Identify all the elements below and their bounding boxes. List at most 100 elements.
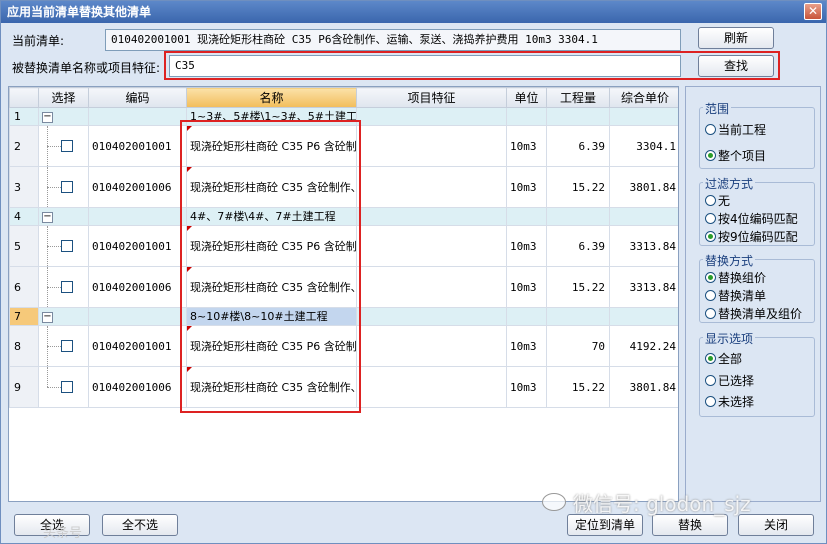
unit-cell: 10m3: [506, 125, 547, 167]
header-name[interactable]: 名称: [186, 87, 357, 108]
qty-cell: 6.39: [546, 125, 610, 167]
radio-filter-9digit[interactable]: 按9位编码匹配: [705, 228, 798, 245]
row-checkbox[interactable]: [61, 140, 73, 152]
radio-icon: [705, 308, 716, 319]
code-cell: [88, 207, 187, 226]
close-window-button[interactable]: ✕: [804, 3, 822, 20]
locate-list-button[interactable]: 定位到清单: [567, 514, 643, 536]
header-qty[interactable]: 工程量: [546, 87, 610, 108]
code-cell: 010402001001: [88, 125, 187, 167]
select-none-button[interactable]: 全不选: [102, 514, 178, 536]
select-cell: [38, 166, 89, 208]
select-cell: [38, 125, 89, 167]
grid-header: 选择 编码 名称 项目特征 单位 工程量 综合单价: [9, 87, 678, 108]
qty-cell: 15.22: [546, 266, 610, 308]
row-number: 8: [9, 325, 39, 367]
radio-filter-4digit[interactable]: 按4位编码匹配: [705, 210, 798, 227]
name-highlight-box: [180, 120, 361, 413]
replace-button[interactable]: 替换: [652, 514, 728, 536]
tree-branch: [47, 346, 61, 347]
radio-display-selected[interactable]: 已选择: [705, 372, 754, 389]
row-checkbox[interactable]: [61, 181, 73, 193]
price-cell: 3313.84: [609, 225, 678, 267]
row-number: 7: [9, 307, 39, 326]
find-button[interactable]: 查找: [698, 55, 774, 77]
header-code[interactable]: 编码: [88, 87, 187, 108]
code-cell: 010402001006: [88, 166, 187, 208]
row-number: 9: [9, 366, 39, 408]
replaced-label: 被替换清单名称或项目特征:: [12, 61, 161, 75]
radio-filter-none[interactable]: 无: [705, 192, 730, 209]
feature-cell: [356, 207, 507, 226]
header-rowno: [9, 87, 39, 108]
row-checkbox[interactable]: [61, 381, 73, 393]
header-unit[interactable]: 单位: [506, 87, 547, 108]
display-title: 显示选项: [703, 330, 756, 347]
filter-title: 过滤方式: [703, 175, 756, 192]
radio-label: 当前工程: [718, 123, 767, 137]
feature-cell: [356, 325, 507, 367]
unit-cell: [506, 207, 547, 226]
qty-cell: 15.22: [546, 366, 610, 408]
radio-icon: [705, 195, 716, 206]
radio-replace-list[interactable]: 替换清单: [705, 287, 766, 304]
collapse-icon[interactable]: −: [42, 211, 53, 223]
radio-label: 全部: [718, 352, 743, 366]
radio-display-all[interactable]: 全部: [705, 350, 742, 367]
title-bar: 应用当前清单替换其他清单: [1, 1, 826, 23]
row-checkbox[interactable]: [61, 281, 73, 293]
code-cell: [88, 307, 187, 326]
price-cell: 3304.1: [609, 125, 678, 167]
code-cell: 010402001006: [88, 266, 187, 308]
radio-selected-icon: [705, 150, 716, 161]
current-list-label: 当前清单:: [12, 34, 65, 48]
radio-display-unselected[interactable]: 未选择: [705, 393, 754, 410]
feature-cell: [356, 266, 507, 308]
row-checkbox[interactable]: [61, 340, 73, 352]
feature-cell: [356, 225, 507, 267]
current-list-field: 010402001001 现浇砼矩形柱商砼 C35 P6含砼制作、运输、泵送、浇…: [105, 29, 681, 51]
dialog-window: 应用当前清单替换其他清单 ✕ 当前清单: 010402001001 现浇砼矩形柱…: [0, 0, 827, 544]
unit-cell: 10m3: [506, 225, 547, 267]
tree-line: [47, 367, 48, 387]
header-select[interactable]: 选择: [38, 87, 89, 108]
radio-replace-price[interactable]: 替换组价: [705, 269, 766, 286]
expand-cell: −: [38, 207, 89, 226]
refresh-button[interactable]: 刷新: [698, 27, 774, 49]
close-button[interactable]: 关闭: [738, 514, 814, 536]
price-cell: 3313.84: [609, 266, 678, 308]
row-number: 3: [9, 166, 39, 208]
select-cell: [38, 266, 89, 308]
radio-label: 已选择: [718, 374, 755, 388]
row-checkbox[interactable]: [61, 240, 73, 252]
collapse-icon[interactable]: −: [42, 111, 53, 123]
radio-icon: [705, 290, 716, 301]
radio-icon: [705, 124, 716, 135]
tree-branch: [47, 246, 61, 247]
radio-whole-project[interactable]: 整个项目: [705, 147, 766, 164]
qty-cell: 70: [546, 325, 610, 367]
wechat-icon: [542, 493, 566, 511]
unit-cell: [506, 107, 547, 126]
price-cell: [609, 307, 678, 326]
radio-label: 替换清单: [718, 289, 767, 303]
radio-label: 无: [718, 194, 731, 208]
radio-selected-icon: [705, 231, 716, 242]
header-price[interactable]: 综合单价: [609, 87, 678, 108]
collapse-icon[interactable]: −: [42, 311, 53, 323]
search-input[interactable]: C35: [169, 55, 681, 77]
price-cell: [609, 207, 678, 226]
radio-label: 按9位编码匹配: [718, 230, 798, 244]
header-feature[interactable]: 项目特征: [356, 87, 507, 108]
price-cell: 3801.84: [609, 166, 678, 208]
radio-current-project[interactable]: 当前工程: [705, 121, 766, 138]
price-cell: 3801.84: [609, 366, 678, 408]
row-number: 4: [9, 207, 39, 226]
feature-cell: [356, 125, 507, 167]
unit-cell: 10m3: [506, 266, 547, 308]
tree-branch: [47, 187, 61, 188]
qty-cell: [546, 207, 610, 226]
radio-replace-list-and-price[interactable]: 替换清单及组价: [705, 305, 802, 322]
radio-label: 替换清单及组价: [718, 307, 803, 321]
replace-title: 替换方式: [703, 252, 756, 269]
